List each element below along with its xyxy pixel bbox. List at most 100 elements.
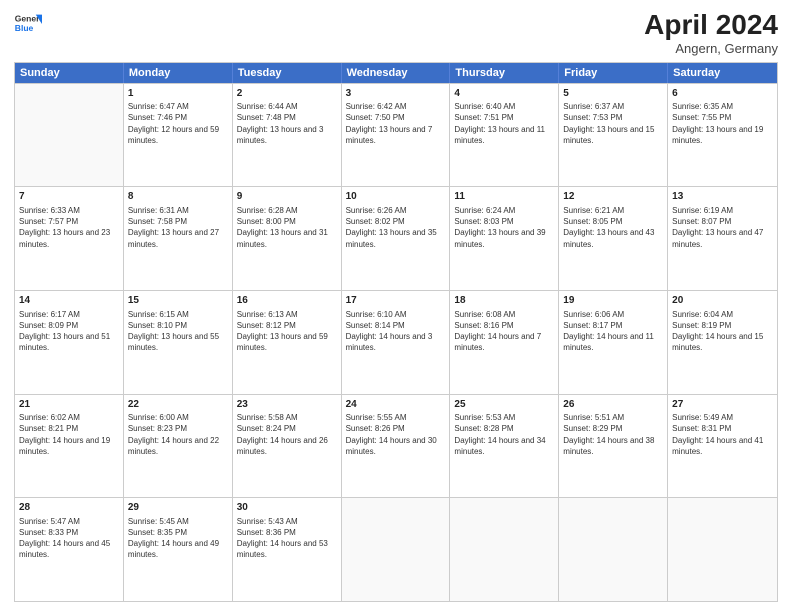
sunrise-text: Sunrise: 6:19 AM <box>672 205 773 216</box>
day-number: 8 <box>128 190 228 204</box>
calendar-day-16: 16Sunrise: 6:13 AMSunset: 8:12 PMDayligh… <box>233 291 342 394</box>
sunset-text: Sunset: 8:28 PM <box>454 423 554 434</box>
day-number: 5 <box>563 87 663 101</box>
sunset-text: Sunset: 7:50 PM <box>346 112 446 123</box>
sunset-text: Sunset: 8:02 PM <box>346 216 446 227</box>
daylight-text: Daylight: 14 hours and 41 minutes. <box>672 435 773 457</box>
sunset-text: Sunset: 8:29 PM <box>563 423 663 434</box>
daylight-text: Daylight: 14 hours and 45 minutes. <box>19 538 119 560</box>
header: General Blue April 2024 Angern, Germany <box>14 10 778 56</box>
sunrise-text: Sunrise: 5:49 AM <box>672 412 773 423</box>
calendar-day-empty <box>342 498 451 601</box>
calendar-day-empty <box>559 498 668 601</box>
sunset-text: Sunset: 7:48 PM <box>237 112 337 123</box>
day-number: 26 <box>563 398 663 412</box>
day-header-saturday: Saturday <box>668 63 777 83</box>
calendar-day-13: 13Sunrise: 6:19 AMSunset: 8:07 PMDayligh… <box>668 187 777 290</box>
sunset-text: Sunset: 8:16 PM <box>454 320 554 331</box>
calendar-day-3: 3Sunrise: 6:42 AMSunset: 7:50 PMDaylight… <box>342 84 451 187</box>
day-number: 1 <box>128 87 228 101</box>
day-number: 28 <box>19 501 119 515</box>
daylight-text: Daylight: 14 hours and 3 minutes. <box>346 331 446 353</box>
daylight-text: Daylight: 13 hours and 51 minutes. <box>19 331 119 353</box>
calendar-body: 1Sunrise: 6:47 AMSunset: 7:46 PMDaylight… <box>15 83 777 601</box>
calendar-week-2: 7Sunrise: 6:33 AMSunset: 7:57 PMDaylight… <box>15 186 777 290</box>
day-header-wednesday: Wednesday <box>342 63 451 83</box>
daylight-text: Daylight: 13 hours and 27 minutes. <box>128 227 228 249</box>
calendar-day-11: 11Sunrise: 6:24 AMSunset: 8:03 PMDayligh… <box>450 187 559 290</box>
sunset-text: Sunset: 8:33 PM <box>19 527 119 538</box>
calendar-day-27: 27Sunrise: 5:49 AMSunset: 8:31 PMDayligh… <box>668 395 777 498</box>
daylight-text: Daylight: 13 hours and 55 minutes. <box>128 331 228 353</box>
sunrise-text: Sunrise: 5:58 AM <box>237 412 337 423</box>
calendar-day-empty <box>450 498 559 601</box>
sunrise-text: Sunrise: 6:10 AM <box>346 309 446 320</box>
day-number: 14 <box>19 294 119 308</box>
day-header-sunday: Sunday <box>15 63 124 83</box>
daylight-text: Daylight: 13 hours and 7 minutes. <box>346 124 446 146</box>
calendar-day-10: 10Sunrise: 6:26 AMSunset: 8:02 PMDayligh… <box>342 187 451 290</box>
location-subtitle: Angern, Germany <box>644 41 778 56</box>
sunrise-text: Sunrise: 6:35 AM <box>672 101 773 112</box>
calendar-day-20: 20Sunrise: 6:04 AMSunset: 8:19 PMDayligh… <box>668 291 777 394</box>
calendar-day-4: 4Sunrise: 6:40 AMSunset: 7:51 PMDaylight… <box>450 84 559 187</box>
sunrise-text: Sunrise: 6:08 AM <box>454 309 554 320</box>
month-title: April 2024 <box>644 10 778 41</box>
sunrise-text: Sunrise: 5:43 AM <box>237 516 337 527</box>
sunrise-text: Sunrise: 6:47 AM <box>128 101 228 112</box>
daylight-text: Daylight: 14 hours and 53 minutes. <box>237 538 337 560</box>
calendar-week-4: 21Sunrise: 6:02 AMSunset: 8:21 PMDayligh… <box>15 394 777 498</box>
sunset-text: Sunset: 7:57 PM <box>19 216 119 227</box>
day-number: 9 <box>237 190 337 204</box>
day-number: 30 <box>237 501 337 515</box>
calendar-week-3: 14Sunrise: 6:17 AMSunset: 8:09 PMDayligh… <box>15 290 777 394</box>
sunset-text: Sunset: 8:09 PM <box>19 320 119 331</box>
sunset-text: Sunset: 7:51 PM <box>454 112 554 123</box>
daylight-text: Daylight: 13 hours and 19 minutes. <box>672 124 773 146</box>
sunrise-text: Sunrise: 6:04 AM <box>672 309 773 320</box>
daylight-text: Daylight: 13 hours and 59 minutes. <box>237 331 337 353</box>
sunset-text: Sunset: 7:46 PM <box>128 112 228 123</box>
calendar-day-14: 14Sunrise: 6:17 AMSunset: 8:09 PMDayligh… <box>15 291 124 394</box>
calendar-day-30: 30Sunrise: 5:43 AMSunset: 8:36 PMDayligh… <box>233 498 342 601</box>
sunrise-text: Sunrise: 6:15 AM <box>128 309 228 320</box>
calendar-day-7: 7Sunrise: 6:33 AMSunset: 7:57 PMDaylight… <box>15 187 124 290</box>
daylight-text: Daylight: 14 hours and 15 minutes. <box>672 331 773 353</box>
daylight-text: Daylight: 14 hours and 11 minutes. <box>563 331 663 353</box>
day-header-friday: Friday <box>559 63 668 83</box>
calendar: SundayMondayTuesdayWednesdayThursdayFrid… <box>14 62 778 602</box>
calendar-day-8: 8Sunrise: 6:31 AMSunset: 7:58 PMDaylight… <box>124 187 233 290</box>
day-number: 11 <box>454 190 554 204</box>
daylight-text: Daylight: 13 hours and 39 minutes. <box>454 227 554 249</box>
sunrise-text: Sunrise: 6:06 AM <box>563 309 663 320</box>
sunrise-text: Sunrise: 6:21 AM <box>563 205 663 216</box>
calendar-day-28: 28Sunrise: 5:47 AMSunset: 8:33 PMDayligh… <box>15 498 124 601</box>
daylight-text: Daylight: 13 hours and 15 minutes. <box>563 124 663 146</box>
sunrise-text: Sunrise: 6:44 AM <box>237 101 337 112</box>
sunrise-text: Sunrise: 6:13 AM <box>237 309 337 320</box>
sunset-text: Sunset: 7:53 PM <box>563 112 663 123</box>
daylight-text: Daylight: 13 hours and 23 minutes. <box>19 227 119 249</box>
day-header-tuesday: Tuesday <box>233 63 342 83</box>
calendar-day-2: 2Sunrise: 6:44 AMSunset: 7:48 PMDaylight… <box>233 84 342 187</box>
day-number: 19 <box>563 294 663 308</box>
day-number: 13 <box>672 190 773 204</box>
sunrise-text: Sunrise: 6:33 AM <box>19 205 119 216</box>
sunset-text: Sunset: 8:14 PM <box>346 320 446 331</box>
calendar-day-6: 6Sunrise: 6:35 AMSunset: 7:55 PMDaylight… <box>668 84 777 187</box>
calendar-day-22: 22Sunrise: 6:00 AMSunset: 8:23 PMDayligh… <box>124 395 233 498</box>
sunset-text: Sunset: 8:03 PM <box>454 216 554 227</box>
daylight-text: Daylight: 14 hours and 22 minutes. <box>128 435 228 457</box>
sunrise-text: Sunrise: 5:45 AM <box>128 516 228 527</box>
sunset-text: Sunset: 8:21 PM <box>19 423 119 434</box>
calendar-day-25: 25Sunrise: 5:53 AMSunset: 8:28 PMDayligh… <box>450 395 559 498</box>
daylight-text: Daylight: 13 hours and 31 minutes. <box>237 227 337 249</box>
daylight-text: Daylight: 14 hours and 30 minutes. <box>346 435 446 457</box>
daylight-text: Daylight: 12 hours and 59 minutes. <box>128 124 228 146</box>
sunset-text: Sunset: 8:00 PM <box>237 216 337 227</box>
day-number: 7 <box>19 190 119 204</box>
day-number: 10 <box>346 190 446 204</box>
sunset-text: Sunset: 7:58 PM <box>128 216 228 227</box>
daylight-text: Daylight: 13 hours and 3 minutes. <box>237 124 337 146</box>
calendar-day-9: 9Sunrise: 6:28 AMSunset: 8:00 PMDaylight… <box>233 187 342 290</box>
